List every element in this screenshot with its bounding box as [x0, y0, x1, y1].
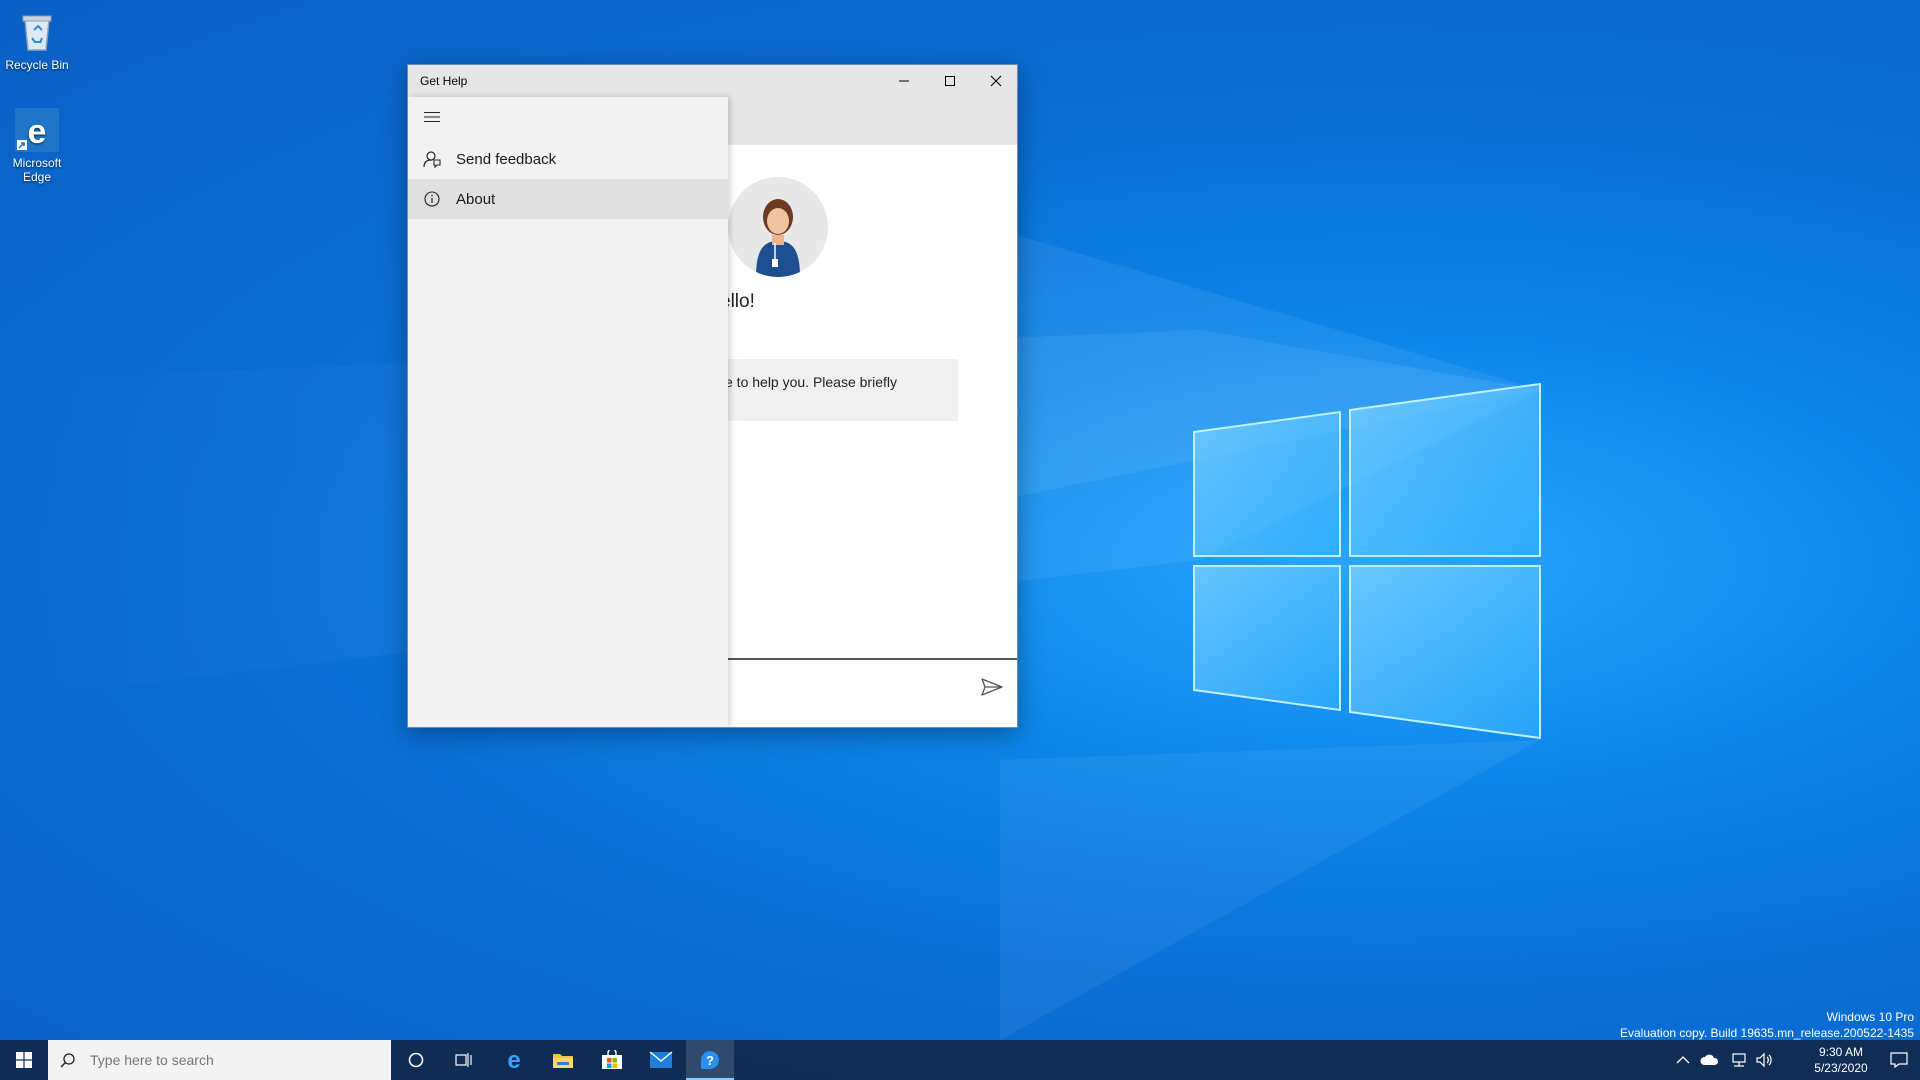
- build-info-text: Evaluation copy. Build 19635.mn_release.…: [1620, 1026, 1914, 1040]
- svg-text:?: ?: [706, 1053, 714, 1068]
- get-help-icon: ?: [701, 1051, 719, 1069]
- taskbar: e ?: [0, 1040, 1920, 1080]
- nav-item-about[interactable]: About: [408, 179, 728, 219]
- tray-overflow-button[interactable]: [1676, 1040, 1690, 1080]
- taskbar-get-help-button[interactable]: ?: [686, 1040, 734, 1080]
- title-bar[interactable]: Get Help: [408, 65, 1017, 97]
- desktop-icon-label: Microsoft Edge: [12, 156, 62, 184]
- windows-logo: [1193, 382, 1541, 740]
- action-center-button[interactable]: [1890, 1040, 1908, 1080]
- clock-date: 5/23/2020: [1814, 1061, 1868, 1075]
- clock-time: 9:30 AM: [1818, 1045, 1864, 1059]
- windows-start-icon: [16, 1052, 32, 1068]
- info-icon: [424, 191, 440, 207]
- edge-icon: e: [507, 1048, 520, 1072]
- start-button[interactable]: [0, 1040, 48, 1080]
- search-icon: [60, 1053, 75, 1068]
- cortana-button[interactable]: [392, 1040, 440, 1080]
- task-view-button[interactable]: [440, 1040, 488, 1080]
- agent-illustration: [728, 177, 828, 277]
- edge-icon: e: [15, 108, 59, 152]
- network-button[interactable]: [1730, 1040, 1748, 1080]
- network-icon: [1732, 1053, 1746, 1067]
- nav-item-send-feedback[interactable]: Send feedback: [408, 139, 728, 179]
- onedrive-button[interactable]: [1700, 1040, 1720, 1080]
- taskbar-store-button[interactable]: [588, 1040, 636, 1080]
- search-input[interactable]: [88, 1051, 372, 1069]
- get-help-window: Get Help ello! ve to help you. Please br…: [407, 64, 1018, 728]
- taskbar-mail-button[interactable]: [637, 1040, 685, 1080]
- window-title: Get Help: [420, 74, 468, 88]
- chat-message-text: ve to help you. Please briefly: [718, 374, 897, 390]
- taskbar-search-box[interactable]: [48, 1040, 391, 1080]
- nav-item-label: Send feedback: [456, 150, 557, 168]
- feedback-icon: [423, 151, 441, 168]
- svg-text:e: e: [507, 1048, 520, 1072]
- onedrive-icon: [1700, 1054, 1719, 1065]
- close-button[interactable]: [973, 65, 1017, 97]
- windows-edition-text: Windows 10 Pro: [1826, 1010, 1914, 1024]
- notifications-icon: [1890, 1052, 1908, 1068]
- minimize-icon: [899, 80, 909, 82]
- volume-icon: [1756, 1052, 1772, 1068]
- maximize-icon: [945, 76, 955, 86]
- maximize-button[interactable]: [927, 65, 973, 97]
- navigation-pane: Send feedback About: [408, 97, 728, 727]
- mail-icon: [649, 1051, 673, 1068]
- taskbar-clock[interactable]: 9:30 AM 5/23/2020: [1806, 1044, 1876, 1076]
- desktop-icon-edge[interactable]: e Microsoft Edge: [4, 106, 70, 184]
- minimize-button[interactable]: [881, 65, 927, 97]
- close-icon: [990, 75, 1002, 87]
- nav-item-label: About: [456, 190, 496, 208]
- desktop-icon-recycle-bin[interactable]: Recycle Bin: [4, 8, 70, 72]
- hamburger-icon: [424, 112, 440, 122]
- file-explorer-icon: [553, 1054, 573, 1068]
- send-button[interactable]: [975, 670, 1009, 704]
- agent-avatar: [728, 177, 828, 277]
- store-icon: [602, 1050, 622, 1069]
- taskbar-file-explorer-button[interactable]: [539, 1040, 587, 1080]
- svg-text:e: e: [28, 113, 47, 151]
- desktop-icon-label: Recycle Bin: [5, 58, 69, 72]
- hamburger-menu-button[interactable]: [408, 97, 456, 137]
- cortana-icon: [408, 1052, 424, 1068]
- recycle-bin-icon: [22, 15, 52, 51]
- task-view-icon: [455, 1053, 472, 1067]
- volume-button[interactable]: [1756, 1040, 1774, 1080]
- chevron-up-icon: [1676, 1056, 1690, 1064]
- taskbar-edge-button[interactable]: e: [490, 1040, 538, 1080]
- send-icon: [981, 678, 1003, 696]
